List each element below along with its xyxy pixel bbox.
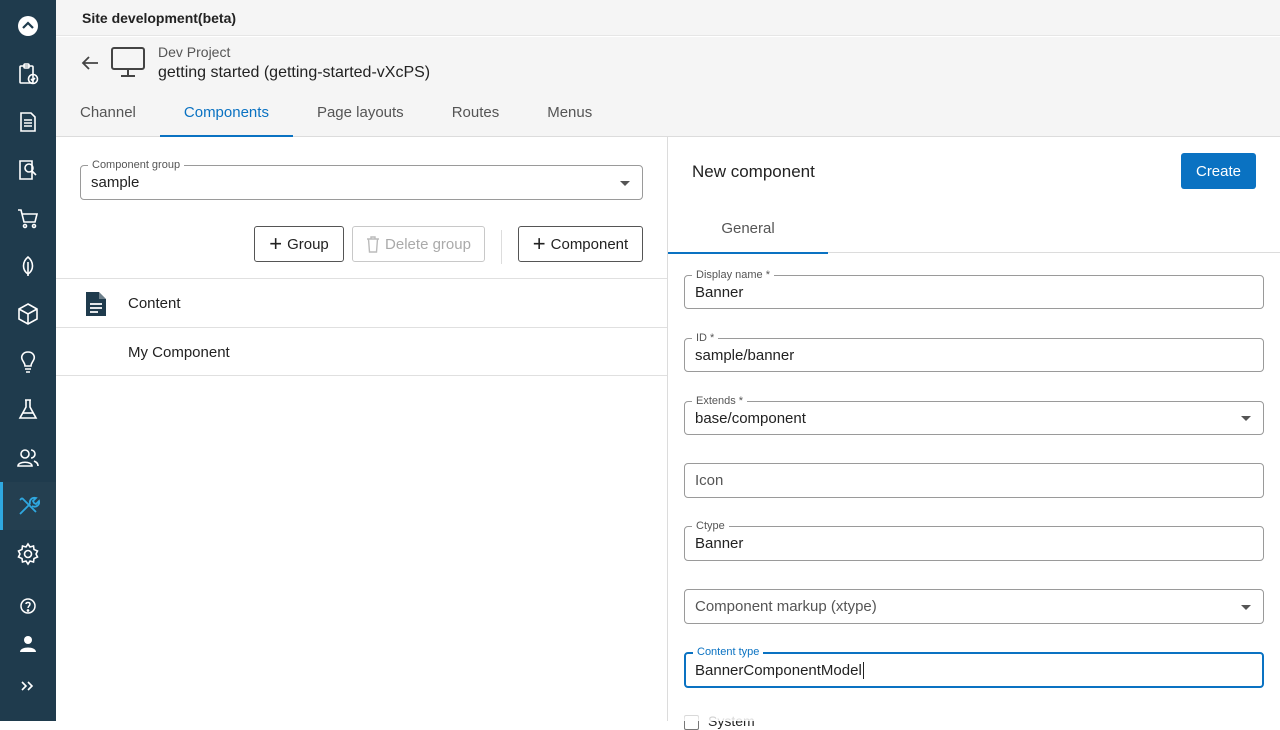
new-component-panel: New component Create General Display nam… — [668, 137, 1280, 730]
tab-components[interactable]: Components — [159, 99, 294, 137]
tab-general[interactable]: General — [668, 215, 828, 254]
content-type-field[interactable]: Content type BannerComponentModel — [684, 645, 1264, 688]
flask-icon[interactable] — [0, 386, 56, 434]
add-group-label: Group — [287, 235, 329, 253]
document-icon — [86, 292, 106, 316]
panel-title: New component — [692, 162, 815, 181]
id-value: sample/banner — [695, 346, 795, 364]
list-item-label: Content — [128, 295, 181, 312]
ctype-value: Banner — [695, 535, 744, 552]
id-field[interactable]: ID * sample/banner — [684, 331, 1264, 372]
extends-select[interactable]: Extends * base/component — [684, 394, 1264, 435]
text-cursor — [862, 661, 864, 679]
create-button[interactable]: Create — [1181, 153, 1256, 189]
system-checkbox-label: System — [708, 713, 755, 729]
component-group-value: sample — [91, 174, 140, 191]
add-group-button[interactable]: + Group — [254, 226, 344, 262]
tools-icon[interactable] — [0, 482, 56, 530]
project-name: Dev Project — [158, 44, 231, 60]
tab-channel[interactable]: Channel — [56, 99, 160, 137]
cube-icon[interactable] — [0, 290, 56, 338]
content-type-value: BannerComponentModel — [695, 661, 862, 679]
icon-placeholder: Icon — [695, 472, 724, 489]
chevron-down-icon — [1241, 416, 1251, 421]
app-title: Site development(beta) — [82, 10, 237, 26]
monitor-icon — [110, 45, 146, 79]
main-nav — [0, 0, 56, 721]
component-markup-select[interactable]: Component markup (xtype) — [684, 589, 1264, 624]
plus-icon: + — [269, 231, 283, 256]
chevron-down-icon — [1241, 604, 1251, 610]
collapse-up-icon[interactable] — [0, 2, 56, 50]
list-item[interactable]: My Component — [56, 327, 667, 376]
lightbulb-icon[interactable] — [0, 338, 56, 386]
content-type-value-wrap: BannerComponentModel — [695, 654, 864, 686]
users-icon[interactable] — [0, 434, 56, 482]
delete-group-button[interactable]: Delete group — [352, 226, 485, 262]
delete-group-label: Delete group — [385, 235, 471, 253]
trash-icon — [367, 235, 380, 253]
tab-menus[interactable]: Menus — [523, 99, 616, 137]
plus-icon: + — [532, 231, 546, 256]
tab-routes[interactable]: Routes — [428, 99, 524, 137]
site-name: getting started (getting-started-vXcPS) — [158, 64, 431, 81]
leaf-icon[interactable] — [0, 242, 56, 290]
cart-icon[interactable] — [0, 194, 56, 242]
system-checkbox[interactable] — [684, 715, 699, 730]
list-item-label: My Component — [128, 344, 230, 361]
component-group-select[interactable]: Component group sample — [80, 158, 643, 200]
panel-tabs: General — [668, 215, 1280, 254]
document-icon[interactable] — [0, 98, 56, 146]
component-list-panel: Component group sample + Group Delete gr… — [56, 137, 668, 721]
gear-icon[interactable] — [0, 530, 56, 578]
add-component-button[interactable]: + Component — [518, 226, 643, 262]
ctype-field[interactable]: Ctype Banner — [684, 519, 1264, 561]
display-name-value: Banner — [695, 283, 744, 301]
list-item[interactable]: Content — [56, 278, 667, 327]
toolbar-divider — [501, 230, 502, 264]
display-name-field[interactable]: Display name * Banner — [684, 268, 1264, 309]
user-icon[interactable] — [0, 620, 56, 668]
back-arrow-icon[interactable] — [78, 51, 102, 75]
add-component-label: Component — [550, 235, 629, 253]
header-tabs: Channel Components Page layouts Routes M… — [56, 99, 616, 137]
chevron-down-icon — [620, 180, 630, 186]
clipboard-check-icon[interactable] — [0, 50, 56, 98]
extends-value: base/component — [695, 409, 806, 427]
app-title-bar: Site development(beta) — [56, 0, 1280, 36]
icon-field[interactable]: Icon — [684, 463, 1264, 498]
expand-icon[interactable] — [0, 662, 56, 710]
component-markup-placeholder: Component markup (xtype) — [695, 598, 877, 615]
tab-page-layouts[interactable]: Page layouts — [293, 99, 428, 137]
page-header: Dev Project getting started (getting-sta… — [56, 37, 1280, 137]
search-document-icon[interactable] — [0, 146, 56, 194]
